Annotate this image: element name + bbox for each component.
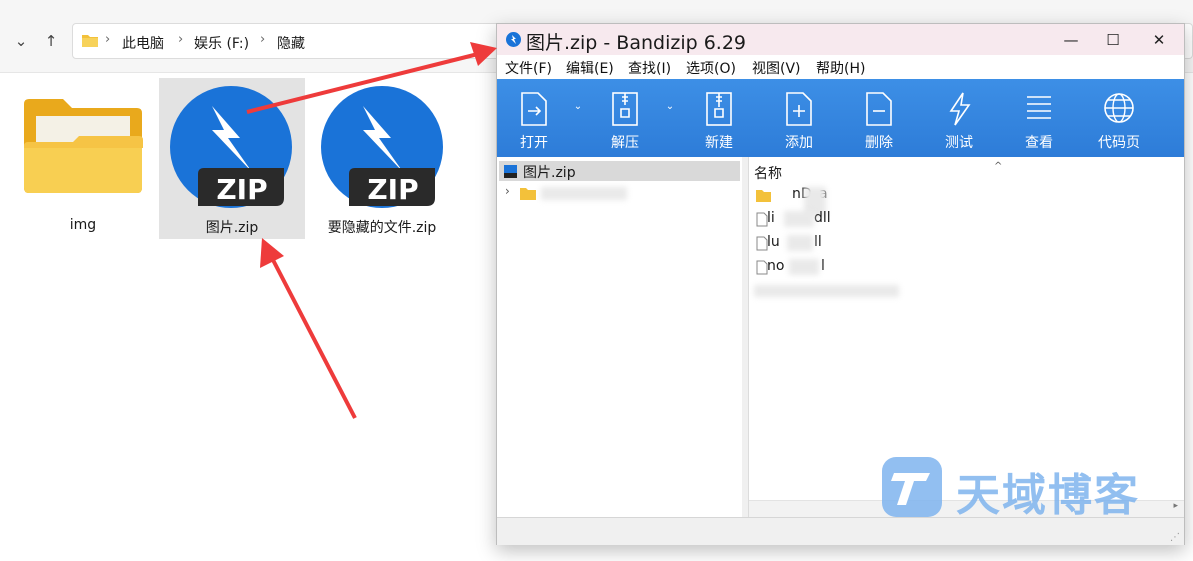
menu-find[interactable]: 查找(I) bbox=[628, 58, 671, 78]
window-title: 图片.zip - Bandizip 6.29 bbox=[526, 32, 747, 54]
delete-button[interactable]: 删除 bbox=[844, 79, 914, 157]
folder-icon bbox=[24, 99, 143, 193]
maximize-icon[interactable]: ☐ bbox=[1093, 28, 1133, 52]
menu-file[interactable]: 文件(F) bbox=[505, 58, 552, 78]
list-item[interactable]: li dll bbox=[754, 209, 1154, 231]
watermark-text: 天域博客 bbox=[956, 470, 1140, 521]
breadcrumb-item[interactable]: 此电脑 bbox=[122, 33, 164, 53]
zip-archive-icon bbox=[504, 165, 517, 178]
globe-icon bbox=[1104, 93, 1134, 123]
menu-options[interactable]: 选项(O) bbox=[686, 58, 736, 78]
extract-icon bbox=[612, 92, 638, 126]
close-icon[interactable]: ✕ bbox=[1139, 28, 1179, 52]
chevron-down-icon[interactable]: ⌄ bbox=[10, 30, 32, 52]
list-icon bbox=[1027, 96, 1051, 119]
file-item-img[interactable]: img bbox=[10, 78, 156, 239]
arrowhead-icon bbox=[260, 238, 284, 268]
chevron-right-icon: › bbox=[260, 32, 266, 47]
list-item[interactable]: lu ll bbox=[754, 233, 1154, 255]
menu-bar: 文件(F) 编辑(E) 查找(I) 选项(O) 视图(V) 帮助(H) bbox=[497, 55, 1184, 79]
zip-badge: ZIP bbox=[367, 173, 418, 206]
chevron-right-icon: › bbox=[178, 32, 184, 47]
minimize-icon[interactable]: — bbox=[1051, 28, 1091, 52]
folder-icon bbox=[82, 35, 98, 47]
arrow-to-file bbox=[270, 257, 357, 419]
add-button[interactable]: 添加 bbox=[764, 79, 834, 157]
extract-dropdown-icon[interactable]: ⌄ bbox=[663, 101, 677, 112]
zip-file-icon: ZIP bbox=[170, 86, 292, 208]
resize-grip-icon[interactable]: ⋰ bbox=[1170, 532, 1180, 543]
breadcrumb-item[interactable]: 隐藏 bbox=[277, 33, 305, 53]
zip-file-icon: ZIP bbox=[321, 86, 443, 208]
folder-tree[interactable]: 图片.zip › bbox=[497, 157, 743, 517]
column-header-name[interactable]: 名称 ^ bbox=[754, 161, 1002, 183]
blurred-folder-name bbox=[541, 187, 627, 200]
list-item[interactable]: nD a bbox=[754, 185, 1154, 217]
blurred-name bbox=[784, 211, 814, 227]
title-bar[interactable]: 图片.zip - Bandizip 6.29 — ☐ ✕ bbox=[497, 24, 1184, 55]
open-dropdown-icon[interactable]: ⌄ bbox=[571, 101, 585, 112]
up-arrow-icon[interactable]: ↑ bbox=[40, 30, 62, 52]
menu-view[interactable]: 视图(V) bbox=[752, 58, 801, 78]
breadcrumb-item[interactable]: 娱乐 (F:) bbox=[194, 33, 249, 53]
file-name: 图片.zip bbox=[205, 220, 259, 236]
view-button[interactable]: 查看 bbox=[1004, 79, 1074, 157]
list-item[interactable]: no l bbox=[754, 257, 1154, 279]
chevron-right-icon: › bbox=[105, 32, 111, 47]
blurred-row bbox=[754, 285, 899, 297]
watermark-logo bbox=[882, 457, 942, 517]
codepage-button[interactable]: 代码页 bbox=[1084, 79, 1154, 157]
new-button[interactable]: 新建 bbox=[684, 79, 754, 157]
open-button[interactable]: 打开 bbox=[499, 79, 569, 157]
menu-edit[interactable]: 编辑(E) bbox=[566, 58, 614, 78]
menu-help[interactable]: 帮助(H) bbox=[816, 58, 865, 78]
file-item-zip-selected[interactable]: ZIP 图片.zip bbox=[159, 78, 305, 239]
file-item-zip[interactable]: ZIP 要隐藏的文件.zip bbox=[309, 78, 455, 239]
bandizip-app-icon bbox=[506, 32, 521, 47]
sort-arrow-icon: ^ bbox=[994, 161, 1003, 172]
extract-button[interactable]: 解压 bbox=[590, 79, 660, 157]
folder-icon bbox=[520, 188, 536, 200]
new-archive-icon bbox=[706, 92, 732, 126]
blurred-name bbox=[787, 235, 813, 251]
test-button[interactable]: 测试 bbox=[924, 79, 994, 157]
chevron-right-icon[interactable]: › bbox=[505, 184, 510, 198]
add-icon bbox=[786, 92, 812, 126]
lightning-icon bbox=[949, 92, 971, 126]
folder-icon bbox=[756, 190, 771, 202]
watermark: 天域博客 bbox=[880, 455, 1170, 521]
zip-badge: ZIP bbox=[216, 173, 267, 206]
file-name: 要隐藏的文件.zip bbox=[327, 220, 437, 236]
tree-root-item[interactable]: 图片.zip bbox=[499, 161, 740, 181]
scroll-right-icon[interactable]: ▸ bbox=[1173, 501, 1178, 511]
blurred-name bbox=[789, 259, 819, 275]
toolbar: 打开 ⌄ 解压 ⌄ 新建 添加 删除 测试 查看 代码页 bbox=[497, 79, 1184, 157]
open-icon bbox=[521, 92, 547, 126]
delete-icon bbox=[866, 92, 892, 126]
file-name: img bbox=[69, 217, 97, 233]
pane-splitter[interactable] bbox=[742, 157, 749, 517]
